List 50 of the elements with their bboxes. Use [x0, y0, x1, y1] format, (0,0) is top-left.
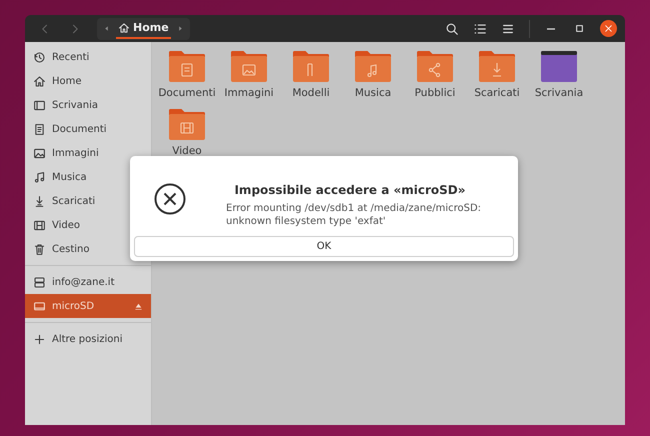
- home-icon: [33, 74, 46, 88]
- folder-name[interactable]: Immagini: [224, 86, 274, 102]
- document-folder-icon[interactable]: [166, 48, 208, 84]
- document-icon: [33, 122, 46, 136]
- desktop-folder-icon[interactable]: [538, 48, 580, 84]
- error-icon: [154, 183, 186, 215]
- sidebar-item[interactable]: Immagini: [25, 141, 151, 165]
- folder-name[interactable]: Scrivania: [534, 86, 584, 102]
- close-button[interactable]: [600, 20, 617, 37]
- folder-name[interactable]: Documenti: [158, 86, 216, 102]
- folder-name[interactable]: Modelli: [292, 86, 330, 102]
- picture-icon: [33, 146, 46, 160]
- clock-icon: [33, 50, 46, 64]
- film-icon: [33, 218, 46, 232]
- trash-icon: [33, 242, 46, 256]
- sidebar-item[interactable]: Scaricati: [25, 189, 151, 213]
- sidebar-item[interactable]: info@zane.it: [25, 270, 151, 294]
- folder-name[interactable]: Video: [172, 144, 202, 160]
- music-note-icon: [33, 170, 46, 184]
- sidebar-item[interactable]: Home: [25, 69, 151, 93]
- sidebar-item[interactable]: Altre posizioni: [25, 327, 151, 351]
- search-icon: [445, 22, 459, 36]
- left-arrow-icon: [103, 24, 110, 33]
- server-icon: [33, 276, 46, 288]
- plus-icon: [33, 332, 46, 346]
- home-icon: [118, 22, 130, 34]
- sidebar-item[interactable]: Video: [25, 213, 151, 237]
- sidebar-item[interactable]: Musica: [25, 165, 151, 189]
- error-message: Error mounting /dev/sdb1 at /media/zane/microSD: unknown filesystem type 'exfat': [226, 203, 482, 228]
- folder-name[interactable]: Pubblici: [414, 86, 456, 102]
- download-icon: [33, 194, 46, 208]
- shared-folder-icon[interactable]: [414, 48, 456, 84]
- ok-button[interactable]: OK: [134, 236, 514, 257]
- sidebar-item[interactable]: Recenti: [25, 45, 151, 69]
- sidebar-item[interactable]: Documenti: [25, 117, 151, 141]
- downloads-folder-icon[interactable]: [476, 48, 518, 84]
- pictures-folder-icon[interactable]: [228, 48, 270, 84]
- list-icon: [473, 22, 487, 36]
- desktop-icon: [33, 98, 46, 112]
- music-folder-icon[interactable]: [352, 48, 394, 84]
- dialog-title: Impossibile accedere a «microSD»: [234, 182, 466, 199]
- minimize-icon: [547, 28, 555, 30]
- folder-name[interactable]: Musica: [354, 86, 392, 102]
- path-home-button[interactable]: Home: [116, 18, 171, 40]
- close-icon: [604, 24, 613, 33]
- drive-icon: [33, 300, 46, 312]
- folder-name[interactable]: Scaricati: [474, 86, 520, 102]
- templates-folder-icon[interactable]: [290, 48, 332, 84]
- right-arrow-icon: [176, 24, 184, 33]
- sidebar-item[interactable]: Scrivania: [25, 93, 151, 117]
